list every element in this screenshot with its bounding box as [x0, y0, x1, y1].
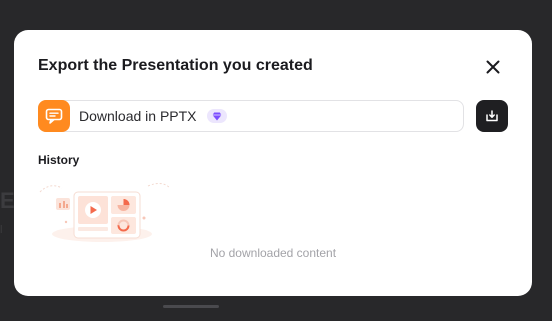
download-button[interactable]	[476, 100, 508, 132]
history-heading: History	[38, 153, 80, 167]
dialog-title: Export the Presentation you created	[38, 57, 313, 74]
background-scroll-indicator	[163, 305, 219, 308]
premium-badge	[206, 109, 227, 123]
close-button[interactable]	[482, 56, 504, 78]
download-tray-icon	[486, 110, 498, 122]
download-pptx-option[interactable]: Download in PPTX	[38, 99, 464, 132]
empty-history-message: No downloaded content	[209, 246, 337, 260]
option-label: Download in PPTX	[79, 108, 197, 124]
background-text: l	[0, 224, 3, 236]
export-dialog: Export the Presentation you created Down…	[14, 30, 532, 296]
close-icon	[486, 60, 500, 74]
diamond-icon	[212, 112, 222, 120]
presentation-chat-icon	[38, 99, 70, 132]
empty-history-illustration	[39, 182, 171, 242]
